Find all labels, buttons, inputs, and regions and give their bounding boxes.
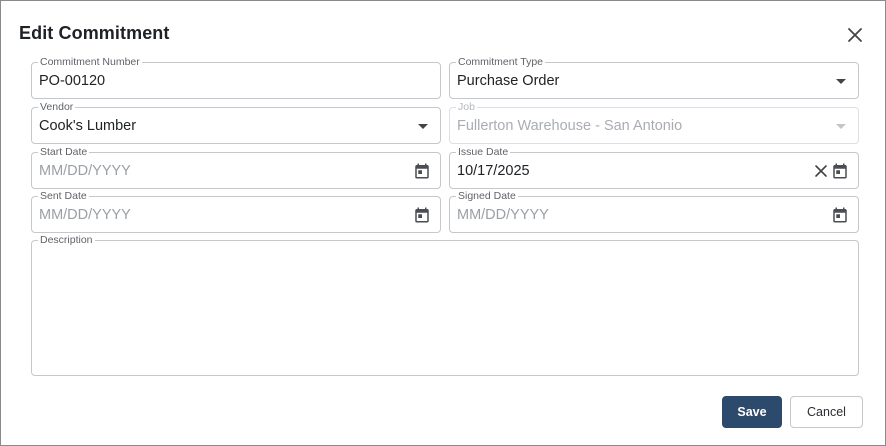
sent-date-field[interactable]: Sent Date MM/DD/YYYY <box>31 190 441 233</box>
job-label: Job <box>456 101 477 113</box>
sent-date-label: Sent Date <box>38 190 89 202</box>
commitment-number-label: Commitment Number <box>38 56 142 68</box>
commitment-type-select[interactable]: Commitment Type Purchase Order <box>449 56 859 99</box>
vendor-label: Vendor <box>38 101 76 113</box>
description-textarea[interactable]: Description <box>31 234 859 376</box>
edit-commitment-dialog: Edit Commitment Commitment Number PO-001… <box>0 0 886 446</box>
cancel-button[interactable]: Cancel <box>790 396 863 428</box>
calendar-icon[interactable] <box>831 162 849 180</box>
commitment-number-field[interactable]: Commitment Number PO-00120 <box>31 56 441 99</box>
clear-icon[interactable] <box>813 163 829 179</box>
dialog-title: Edit Commitment <box>19 23 170 43</box>
calendar-icon[interactable] <box>831 206 849 224</box>
chevron-down-icon[interactable] <box>418 124 428 129</box>
description-label: Description <box>38 234 95 246</box>
vendor-value: Cook's Lumber <box>39 118 137 134</box>
save-button[interactable]: Save <box>722 396 782 428</box>
start-date-label: Start Date <box>38 146 90 158</box>
job-value: Fullerton Warehouse - San Antonio <box>457 118 683 134</box>
commitment-number-value: PO-00120 <box>39 73 106 89</box>
signed-date-placeholder: MM/DD/YYYY <box>457 207 549 223</box>
start-date-field[interactable]: Start Date MM/DD/YYYY <box>31 146 441 189</box>
calendar-icon[interactable] <box>413 162 431 180</box>
job-select: Job Fullerton Warehouse - San Antonio <box>449 101 859 144</box>
calendar-icon[interactable] <box>413 206 431 224</box>
start-date-placeholder: MM/DD/YYYY <box>39 163 131 179</box>
vendor-select[interactable]: Vendor Cook's Lumber <box>31 101 441 144</box>
signed-date-field[interactable]: Signed Date MM/DD/YYYY <box>449 190 859 233</box>
chevron-down-icon <box>836 124 846 129</box>
commitment-type-value: Purchase Order <box>457 73 560 89</box>
close-button[interactable] <box>843 23 867 47</box>
issue-date-value: 10/17/2025 <box>457 163 530 179</box>
issue-date-label: Issue Date <box>456 146 511 158</box>
sent-date-placeholder: MM/DD/YYYY <box>39 207 131 223</box>
close-icon <box>848 28 862 42</box>
chevron-down-icon[interactable] <box>836 79 846 84</box>
commitment-type-label: Commitment Type <box>456 56 545 68</box>
issue-date-field[interactable]: Issue Date 10/17/2025 <box>449 146 859 189</box>
signed-date-label: Signed Date <box>456 190 518 202</box>
